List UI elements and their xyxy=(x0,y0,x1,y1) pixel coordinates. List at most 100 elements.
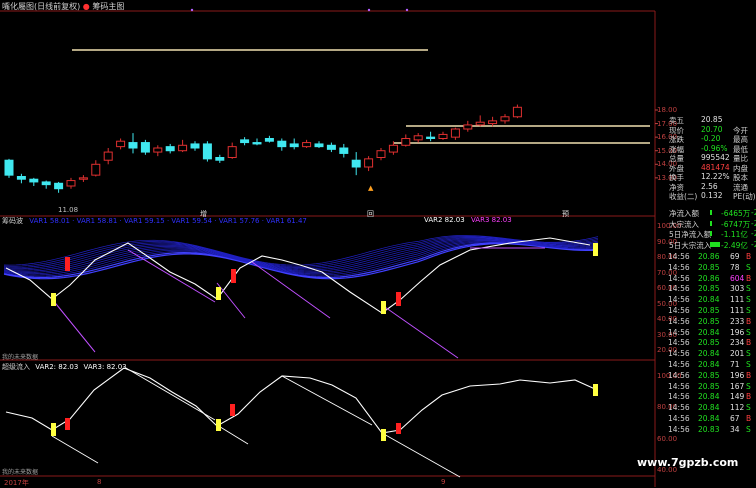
outflow-signal-bar[interactable] xyxy=(396,423,401,434)
candle-body[interactable] xyxy=(289,143,299,148)
tick-time: 14:56 xyxy=(668,349,690,359)
buy-signal-bar[interactable] xyxy=(593,243,598,256)
outflow-signal-bar[interactable] xyxy=(65,418,70,430)
flow-label: 5日净流入额 xyxy=(669,230,712,239)
tick-row[interactable]: 14:56 20.86 69 B xyxy=(668,252,756,263)
tick-row[interactable]: 14:56 20.85 303 S xyxy=(668,284,756,295)
candle-body[interactable] xyxy=(426,136,436,139)
candle-body[interactable] xyxy=(165,146,175,152)
candle-body[interactable] xyxy=(103,151,113,161)
sell-signal-bar[interactable] xyxy=(65,257,70,271)
inflow-signal-bar[interactable] xyxy=(381,429,386,441)
candle-body[interactable] xyxy=(512,106,522,118)
tick-row[interactable]: 14:56 20.85 167 S xyxy=(668,382,756,393)
tick-row[interactable]: 14:56 20.85 233 B xyxy=(668,317,756,328)
candle-body[interactable] xyxy=(227,146,237,158)
tick-volume: 201 xyxy=(730,349,745,359)
candle-body[interactable] xyxy=(302,142,312,148)
candle-body[interactable] xyxy=(215,157,225,161)
buy-signal-bar[interactable] xyxy=(51,293,56,306)
inflow-signal-bar[interactable] xyxy=(51,423,56,436)
tick-row[interactable]: 14:56 20.84 196 S xyxy=(668,328,756,339)
inflow-signal-bar[interactable] xyxy=(216,419,221,431)
panel1-footer: 我的未来数据 xyxy=(2,354,39,361)
tick-row[interactable]: 14:56 20.85 78 S xyxy=(668,263,756,274)
candle-body[interactable] xyxy=(91,163,101,176)
candle-body[interactable] xyxy=(388,144,398,153)
candle-body[interactable] xyxy=(314,143,324,148)
candle-body[interactable] xyxy=(475,121,485,126)
tick-volume: 78 xyxy=(730,262,740,272)
candle-body[interactable] xyxy=(116,140,126,148)
sell-signal-bar[interactable] xyxy=(231,269,236,283)
chart-canvas[interactable]: ▲ xyxy=(0,0,756,487)
candle-body[interactable] xyxy=(413,135,423,141)
candle-body[interactable] xyxy=(252,142,262,145)
candle-body[interactable] xyxy=(339,147,349,154)
candle-body[interactable] xyxy=(488,120,498,125)
tick-side: B xyxy=(746,392,752,402)
tick-row[interactable]: 14:56 20.84 71 S xyxy=(668,360,756,371)
candle-body[interactable] xyxy=(78,177,88,180)
tick-volume: 111 xyxy=(730,306,745,315)
tick-row[interactable]: 14:56 20.84 67 B xyxy=(668,414,756,425)
candle-body[interactable] xyxy=(29,178,39,183)
tick-row[interactable]: 14:56 20.85 234 B xyxy=(668,338,756,349)
candle-body[interactable] xyxy=(463,124,473,130)
candle-body[interactable] xyxy=(66,180,76,187)
candle-body[interactable] xyxy=(140,142,150,153)
flow-bar xyxy=(710,210,712,215)
candle-body[interactable] xyxy=(500,116,510,122)
candle-body[interactable] xyxy=(153,147,163,153)
chart-title: 嘴化屬图(日线前复权) xyxy=(2,2,81,11)
tick-row[interactable]: 14:56 20.85 196 B xyxy=(668,371,756,382)
tick-price: 20.85 xyxy=(698,284,720,294)
candle-body[interactable] xyxy=(4,159,14,176)
event-marker-3[interactable]: 预 xyxy=(562,209,569,219)
tick-time: 14:56 xyxy=(668,360,690,369)
buy-signal-bar[interactable] xyxy=(381,301,386,314)
candle-body[interactable] xyxy=(240,139,250,144)
candle-body[interactable] xyxy=(190,143,200,149)
top-marker-dot xyxy=(405,8,409,12)
candle-body[interactable] xyxy=(364,158,374,168)
flow-change: -29 xyxy=(751,208,756,217)
main-chart-header: 嘴化屬图(日线前复权) ● 筹码主图 xyxy=(2,1,124,12)
sell-signal-bar[interactable] xyxy=(396,292,401,306)
outflow-signal-bar[interactable] xyxy=(230,404,235,416)
candle-body[interactable] xyxy=(401,138,411,146)
candle-body[interactable] xyxy=(351,159,361,168)
panel2-title[interactable]: 超级流入 xyxy=(2,363,30,371)
candle-body[interactable] xyxy=(178,144,188,152)
candle-body[interactable] xyxy=(376,150,386,158)
chart-subtitle[interactable]: 筹码主图 xyxy=(92,2,124,11)
tick-time: 14:56 xyxy=(668,381,690,391)
candle-body[interactable] xyxy=(41,181,51,186)
tick-row[interactable]: 14:56 20.84 149 B xyxy=(668,392,756,403)
tick-price: 20.85 xyxy=(698,338,720,348)
tick-time: 14:56 xyxy=(668,327,690,337)
tick-row[interactable]: 14:56 20.85 111 S xyxy=(668,306,756,317)
tick-volume: 196 xyxy=(730,370,745,380)
candle-body[interactable] xyxy=(54,182,64,190)
quote-value: 20.70 xyxy=(701,124,723,134)
tick-row[interactable]: 14:56 20.84 201 S xyxy=(668,349,756,360)
candle-body[interactable] xyxy=(277,140,287,148)
candle-body[interactable] xyxy=(202,143,212,160)
tick-row[interactable]: 14:56 20.83 34 S xyxy=(668,425,756,436)
candle-body[interactable] xyxy=(326,144,336,150)
candle-body[interactable] xyxy=(438,133,448,140)
tick-row[interactable]: 14:56 20.84 111 S xyxy=(668,295,756,306)
candle-body[interactable] xyxy=(264,138,274,142)
tick-row[interactable]: 14:56 20.86 604 B xyxy=(668,274,756,285)
flow-trend-line xyxy=(51,435,99,464)
tick-row[interactable]: 14:56 20.84 112 S xyxy=(668,403,756,414)
panel2-header: 超级流入 VAR2: 82.03 VAR3: 82.03 xyxy=(2,362,127,372)
candle-body[interactable] xyxy=(128,142,138,149)
event-marker-2[interactable]: 回 xyxy=(367,209,374,219)
panel1-title[interactable]: 筹码波 xyxy=(2,217,23,225)
inflow-signal-bar[interactable] xyxy=(593,384,598,396)
candle-body[interactable] xyxy=(450,128,460,138)
buy-signal-bar[interactable] xyxy=(216,287,221,300)
candle-body[interactable] xyxy=(16,176,26,180)
